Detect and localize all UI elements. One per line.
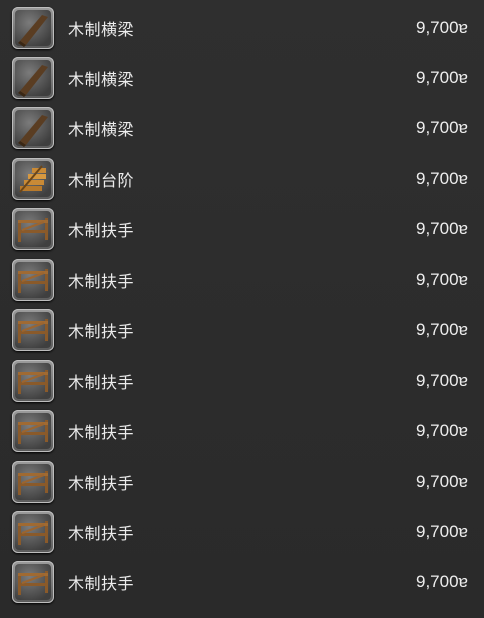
item-price: 9,700ɐ bbox=[416, 371, 468, 390]
wooden-railing-icon bbox=[18, 218, 48, 242]
list-item[interactable]: 木制横梁 9,700ɐ bbox=[0, 3, 484, 53]
list-item[interactable]: 木制横梁 9,700ɐ bbox=[0, 103, 484, 153]
wooden-beam-icon bbox=[18, 15, 48, 47]
item-name: 木制扶手 bbox=[68, 574, 135, 593]
item-name: 木制扶手 bbox=[68, 423, 135, 442]
list-item[interactable]: 木制横梁 9,700ɐ bbox=[0, 53, 484, 103]
item-slot bbox=[12, 259, 54, 301]
item-price: 9,700ɐ bbox=[416, 169, 468, 188]
item-name: 木制台阶 bbox=[68, 171, 135, 190]
item-price: 9,700ɐ bbox=[416, 270, 468, 289]
item-name: 木制扶手 bbox=[68, 272, 135, 291]
wooden-beam-icon bbox=[18, 65, 48, 97]
list-item[interactable]: 木制扶手 9,700ɐ bbox=[0, 406, 484, 456]
list-item[interactable]: 木制扶手 9,700ɐ bbox=[0, 507, 484, 557]
item-price: 9,700ɐ bbox=[416, 421, 468, 440]
item-name: 木制扶手 bbox=[68, 373, 135, 392]
item-slot bbox=[12, 461, 54, 503]
wooden-railing-icon bbox=[18, 370, 48, 394]
item-price: 9,700ɐ bbox=[416, 320, 468, 339]
list-item[interactable]: 木制扶手 9,700ɐ bbox=[0, 204, 484, 254]
wooden-railing-icon bbox=[18, 471, 48, 495]
item-slot bbox=[12, 561, 54, 603]
item-price: 9,700ɐ bbox=[416, 219, 468, 238]
list-item[interactable]: 木制扶手 9,700ɐ bbox=[0, 457, 484, 507]
list-item[interactable]: 木制扶手 9,700ɐ bbox=[0, 255, 484, 305]
item-slot bbox=[12, 511, 54, 553]
item-name: 木制扶手 bbox=[68, 474, 135, 493]
item-slot bbox=[12, 309, 54, 351]
item-name: 木制横梁 bbox=[68, 20, 135, 39]
list-item[interactable]: 木制扶手 9,700ɐ bbox=[0, 557, 484, 607]
item-slot bbox=[12, 158, 54, 200]
list-item[interactable]: 木制扶手 9,700ɐ bbox=[0, 305, 484, 355]
wooden-steps-icon bbox=[19, 165, 46, 193]
item-slot bbox=[12, 410, 54, 452]
item-slot bbox=[12, 7, 54, 49]
item-name: 木制扶手 bbox=[68, 524, 135, 543]
list-item[interactable]: 木制扶手 9,700ɐ bbox=[0, 356, 484, 406]
item-price: 9,700ɐ bbox=[416, 522, 468, 541]
item-slot bbox=[12, 360, 54, 402]
shop-item-list: 木制横梁 9,700ɐ 木制横梁 9,700ɐ 木制横梁 9,700ɐ 木制台阶… bbox=[0, 0, 484, 618]
item-slot bbox=[12, 208, 54, 250]
item-price: 9,700ɐ bbox=[416, 18, 468, 37]
item-slot bbox=[12, 57, 54, 99]
wooden-railing-icon bbox=[18, 420, 48, 444]
wooden-railing-icon bbox=[18, 571, 48, 595]
item-name: 木制横梁 bbox=[68, 70, 135, 89]
list-item[interactable]: 木制台阶 9,700ɐ bbox=[0, 154, 484, 204]
wooden-beam-icon bbox=[18, 115, 48, 147]
item-price: 9,700ɐ bbox=[416, 472, 468, 491]
item-name: 木制扶手 bbox=[68, 221, 135, 240]
wooden-railing-icon bbox=[18, 269, 48, 293]
item-name: 木制扶手 bbox=[68, 322, 135, 341]
item-price: 9,700ɐ bbox=[416, 68, 468, 87]
wooden-railing-icon bbox=[18, 319, 48, 343]
wooden-railing-icon bbox=[18, 521, 48, 545]
item-price: 9,700ɐ bbox=[416, 118, 468, 137]
item-price: 9,700ɐ bbox=[416, 572, 468, 591]
item-slot bbox=[12, 107, 54, 149]
item-name: 木制横梁 bbox=[68, 120, 135, 139]
